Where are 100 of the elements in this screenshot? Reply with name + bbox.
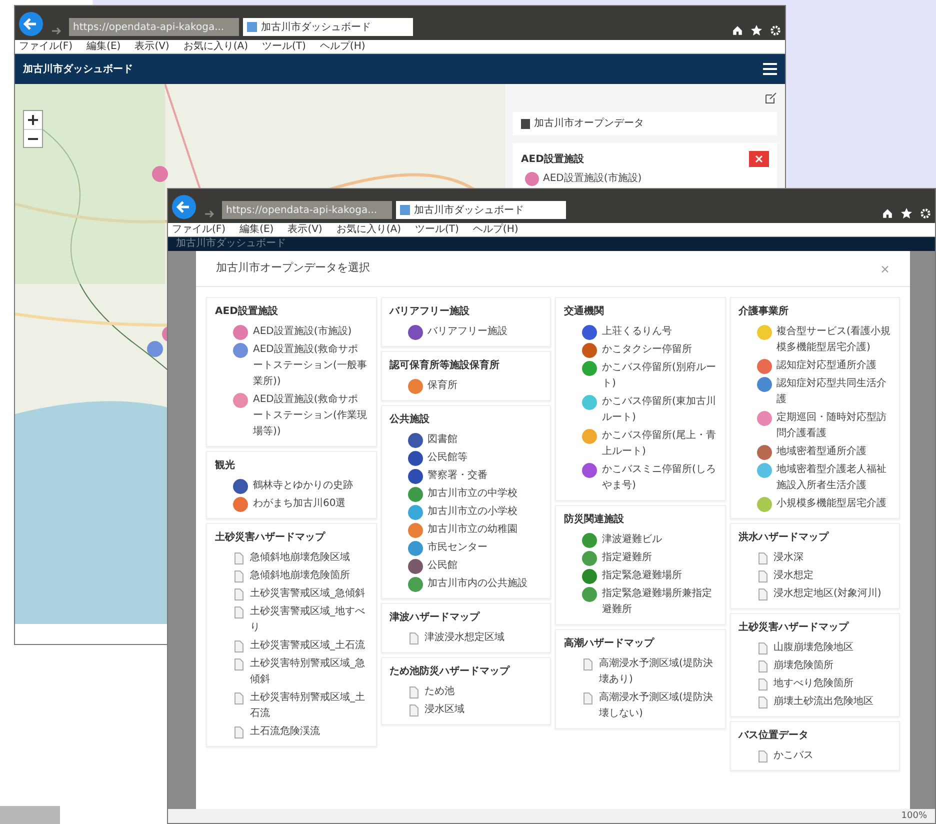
layer-option[interactable]: バリアフリー施設 <box>428 324 508 340</box>
layer-option[interactable]: かこバス停留所(別府ルート) <box>602 360 716 392</box>
layer-option[interactable]: かこバス <box>774 748 814 764</box>
layer-option[interactable]: 警察署・交番 <box>428 468 488 484</box>
layer-option[interactable]: 小規模多機能型居宅介護 <box>776 496 886 512</box>
layers-icon <box>521 118 530 128</box>
layer-option[interactable]: 指定避難所 <box>602 550 652 566</box>
layer-option[interactable]: 加古川市内の公共施設 <box>428 576 528 592</box>
layer-file-icon <box>408 704 420 717</box>
layer-option[interactable]: 崩壊土砂流出危険地区 <box>774 694 874 710</box>
layer-option[interactable]: AED設置施設(救命サポートステーション(一般事業所)) <box>253 342 368 390</box>
settings-icon[interactable] <box>770 25 781 36</box>
layer-file-icon <box>582 692 594 705</box>
layer-option[interactable]: ため池 <box>424 684 454 700</box>
layer-file-icon <box>582 658 594 671</box>
layer-option[interactable]: 地すべり危険箇所 <box>774 676 854 692</box>
category-title: 防災関連施設 <box>564 512 625 527</box>
star-icon[interactable] <box>751 25 762 36</box>
layer-option[interactable]: AED設置施設(救命サポートステーション(作業現場等)) <box>253 392 368 440</box>
menu-item[interactable]: 編集(E) <box>240 224 274 234</box>
layer-option[interactable]: 保育所 <box>428 378 458 394</box>
layer-option[interactable]: 土砂災害警戒区域_急傾斜 <box>250 586 365 602</box>
layer-option[interactable]: 急傾斜地崩壊危険区域 <box>250 550 350 566</box>
layer-file-icon <box>233 726 245 739</box>
layer-option[interactable]: かこタクシー停留所 <box>602 342 692 358</box>
layer-file-icon <box>233 658 245 671</box>
layer-option[interactable]: 高潮浸水予測区域(堤防決壊しない) <box>599 690 716 722</box>
layer-option[interactable]: 土砂災害特別警戒区域_土石流 <box>250 690 368 722</box>
layer-option[interactable]: 図書館 <box>428 432 458 448</box>
layer-option[interactable]: 津波浸水想定区域 <box>424 630 504 646</box>
layer-file-icon <box>233 570 245 583</box>
layer-option[interactable]: 浸水想定 <box>774 568 814 584</box>
layer-option[interactable]: 指定緊急避難場所 <box>602 568 682 584</box>
menu-item[interactable]: ファイル(F) <box>19 42 73 52</box>
layer-option[interactable]: 鶴林寺とゆかりの史跡 <box>253 478 353 494</box>
settings-icon[interactable] <box>920 208 931 219</box>
layer-option[interactable]: 地域密着型介護老人福祉施設入所者生活介護 <box>776 462 891 494</box>
menu-item[interactable]: ヘルプ(H) <box>472 224 518 234</box>
layer-option[interactable]: 浸水区域 <box>424 702 464 718</box>
layer-file-icon <box>233 640 245 653</box>
modal-title: 加古川市オープンデータを選択 <box>216 260 370 276</box>
layer-option[interactable]: 認知症対応型共同生活介護 <box>776 376 891 408</box>
layer-option[interactable]: 認知症対応型通所介護 <box>776 358 876 374</box>
menu-item[interactable]: お気に入り(A) <box>183 42 248 52</box>
browser-tab[interactable]: 加古川市ダッシュボード <box>396 201 566 219</box>
app-title: 加古川市ダッシュボード <box>23 62 133 76</box>
tab-title: 加古川市ダッシュボード <box>414 204 524 218</box>
layer-option[interactable]: 市民センター <box>428 540 488 556</box>
category-title: AED設置施設 <box>215 304 279 319</box>
layer-option[interactable]: 加古川市立の中学校 <box>428 486 518 502</box>
home-icon[interactable] <box>882 208 893 219</box>
remove-button[interactable] <box>749 151 769 167</box>
layer-option[interactable]: 加古川市立の小学校 <box>428 504 518 520</box>
layer-option[interactable]: 土砂災害警戒区域_地すべり <box>250 604 368 636</box>
menu-item[interactable]: ツール(T) <box>262 42 306 52</box>
layer-option[interactable]: 公民館 <box>428 558 458 574</box>
layer-option[interactable]: 浸水深 <box>774 550 804 566</box>
layer-option[interactable]: かこバス停留所(東加古川ルート) <box>602 394 716 426</box>
menu-item[interactable]: 表示(V) <box>288 224 322 234</box>
layer-file-icon <box>408 686 420 699</box>
menu-item[interactable]: 表示(V) <box>134 42 170 52</box>
layer-option[interactable]: 定期巡回・随時対応型訪問介護看護 <box>776 410 891 442</box>
layer-option[interactable]: 複合型サービス(看護小規模多機能型居宅介護) <box>776 324 891 356</box>
menu-item[interactable]: お気に入り(A) <box>336 224 401 234</box>
category-title: 交通機関 <box>564 304 605 319</box>
layer-option[interactable]: 加古川市立の幼稚園 <box>428 522 518 538</box>
layer-option[interactable]: 山腹崩壊危険地区 <box>774 640 854 656</box>
back-icon[interactable] <box>172 195 196 219</box>
layer-option[interactable]: 上荘くるりん号 <box>602 324 672 340</box>
home-icon[interactable] <box>732 25 743 36</box>
layer-option[interactable]: 土砂災害警戒区域_土石流 <box>250 638 365 654</box>
menu-item[interactable]: ヘルプ(H) <box>320 42 366 52</box>
edit-icon[interactable] <box>765 92 777 104</box>
app-title: 加古川市ダッシュボード <box>176 239 286 249</box>
layer-file-icon <box>756 660 768 673</box>
layer-option[interactable]: 指定緊急避難場所兼指定避難所 <box>602 586 716 618</box>
layer-option[interactable]: 土砂災害特別警戒区域_急傾斜 <box>250 656 368 688</box>
layer-file-icon <box>756 678 768 691</box>
layer-option[interactable]: 津波避難ビル <box>602 532 662 548</box>
zoom-level[interactable]: 100% <box>901 812 927 820</box>
layer-option[interactable]: かこバス停留所(尾上・青上ルート) <box>602 428 716 460</box>
layer-option[interactable]: かこバスミニ停留所(しろやま号) <box>602 462 716 494</box>
menu-item[interactable]: ファイル(F) <box>172 224 226 234</box>
layer-option[interactable]: AED設置施設(市施設) <box>253 324 352 340</box>
layer-option[interactable]: わがまち加古川60選 <box>253 496 346 512</box>
star-icon[interactable] <box>901 208 912 219</box>
back-icon[interactable] <box>19 12 43 36</box>
layer-option[interactable]: 地域密着型通所介護 <box>776 444 866 460</box>
layer-option[interactable]: 崩壊危険箇所 <box>774 658 834 674</box>
menu-icon[interactable] <box>763 63 777 75</box>
layer-file-icon <box>408 632 420 645</box>
menu-item[interactable]: ツール(T) <box>415 224 459 234</box>
layer-option[interactable]: 土石流危険渓流 <box>250 724 320 740</box>
layer-option[interactable]: 急傾斜地崩壊危険箇所 <box>250 568 350 584</box>
layer-option[interactable]: 高潮浸水予測区域(堤防決壊あり) <box>599 656 716 688</box>
menu-item[interactable]: 編集(E) <box>86 42 121 52</box>
layer-option[interactable]: 公民館等 <box>428 450 468 466</box>
category-title: ため池防災ハザードマップ <box>390 664 511 679</box>
layer-option[interactable]: 浸水想定地区(対象河川) <box>774 586 882 602</box>
browser-tab[interactable]: 加古川市ダッシュボード <box>243 18 413 36</box>
